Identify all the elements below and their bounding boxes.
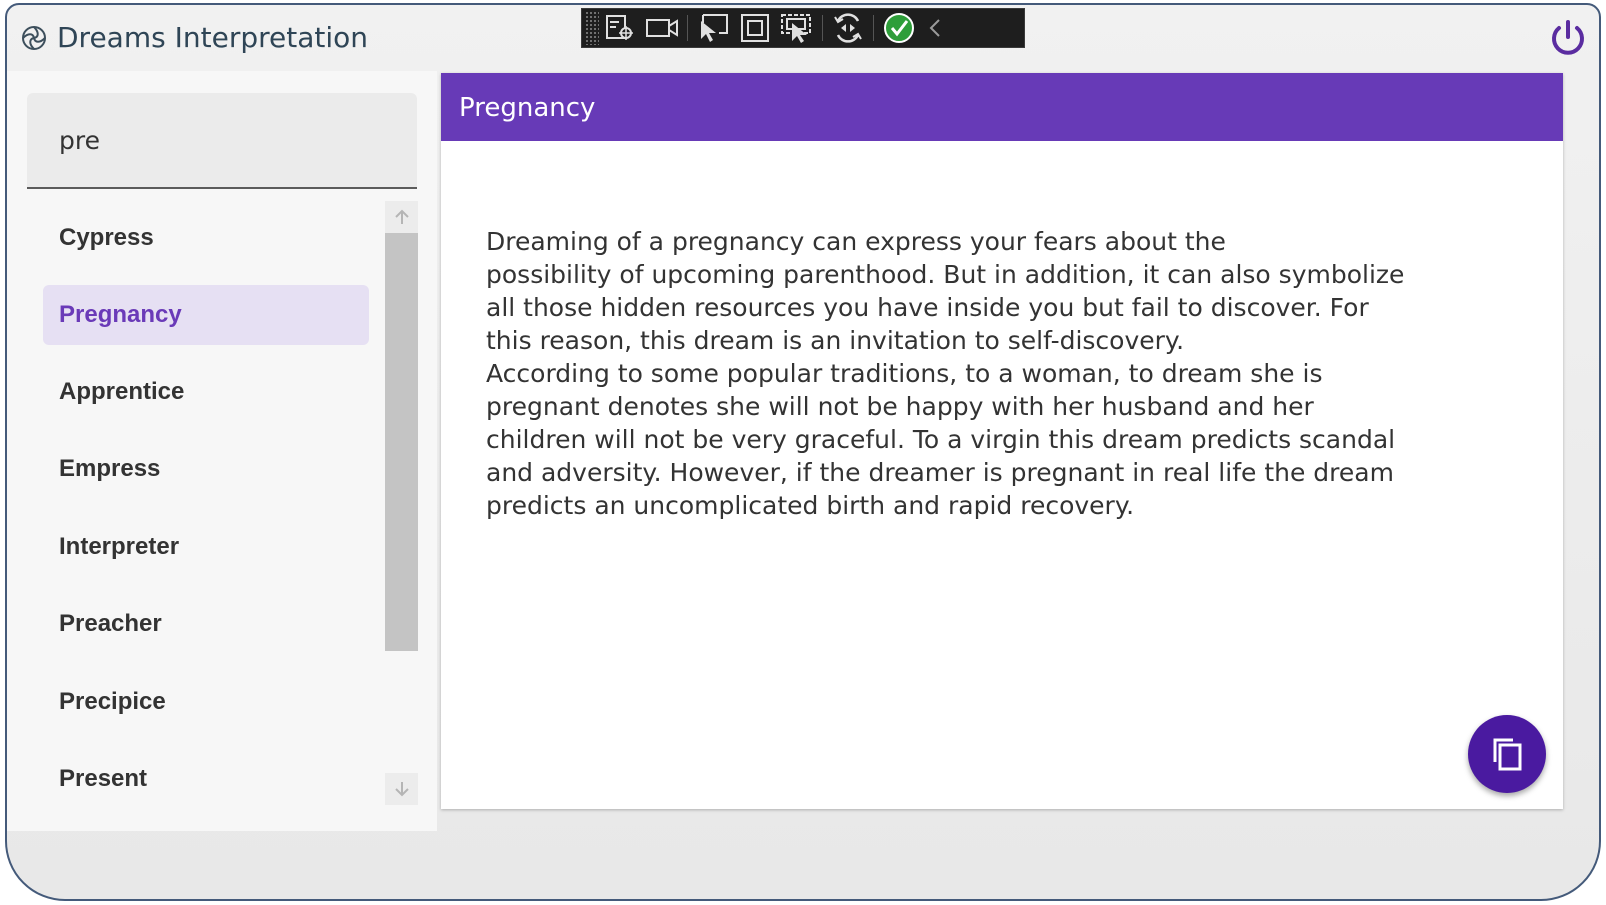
arrow-down-icon [394,782,409,797]
list-item-label: Apprentice [59,378,185,405]
record-button[interactable] [641,11,683,45]
hot-reload-icon [834,13,862,43]
track-focused-element-button[interactable] [776,11,818,45]
copy-button[interactable] [1468,715,1546,793]
app-window: Dreams Interpretation pre Cypress Pregna… [5,3,1601,901]
power-icon[interactable] [1547,17,1589,59]
scroll-up-button[interactable] [385,201,418,233]
search-box[interactable] [27,93,417,189]
list-item-label: Empress [59,455,161,482]
content-header: Pregnancy [441,73,1563,141]
select-element-button[interactable] [692,11,734,45]
track-focused-element-icon [781,14,811,43]
content-panel: Pregnancy Dreaming of a pregnancy can ex… [441,73,1563,809]
display-layout-adorners-icon [741,14,769,42]
list-item[interactable]: Precipice [43,672,369,732]
list-item[interactable]: Cypress [43,208,369,268]
title-bar: Dreams Interpretation [7,5,1599,71]
xaml-dev-toolbar [581,8,1025,48]
app-logo-icon [22,26,46,50]
record-icon [646,19,678,37]
list-item-label: Interpreter [59,533,180,560]
list-item-selected[interactable]: Pregnancy [43,285,369,345]
hot-reload-button[interactable] [827,11,869,45]
binding-failures-ok-icon [884,13,914,43]
list-item-label: Preacher [59,610,162,637]
dream-list: Cypress Pregnancy Apprentice Empress Int… [7,196,382,816]
scroll-down-button[interactable] [385,773,418,805]
search-input[interactable] [57,125,391,156]
toolbar-separator [873,15,874,41]
collapse-toolbar-icon [929,19,940,37]
live-visual-tree-icon [606,15,633,40]
select-element-icon [701,14,728,42]
list-item[interactable]: Apprentice [43,362,369,422]
collapse-toolbar-button[interactable] [920,11,950,45]
sidebar: Cypress Pregnancy Apprentice Empress Int… [7,71,437,831]
app-title: Dreams Interpretation [57,21,368,54]
binding-failures-button[interactable] [878,11,920,45]
list-item-label: Present [59,765,148,792]
list-item[interactable]: Preacher [43,594,369,654]
display-layout-adorners-button[interactable] [734,11,776,45]
list-item[interactable]: Interpreter [43,517,369,577]
list-scrollbar[interactable] [385,201,418,807]
arrow-up-icon [394,209,409,224]
scroll-thumb[interactable] [385,233,418,651]
toolbar-separator [687,15,688,41]
interpretation-text: Dreaming of a pregnancy can express your… [486,227,1405,520]
list-item-label: Cypress [59,224,154,251]
toolbar-separator [822,15,823,41]
live-visual-tree-button[interactable] [599,11,641,45]
list-item[interactable]: Empress [43,439,369,499]
copy-icon [1493,738,1522,771]
list-item-label: Precipice [59,688,166,715]
list-item-label: Pregnancy [59,301,182,328]
list-item[interactable]: Present [43,749,369,809]
content-title: Pregnancy [459,93,596,123]
toolbar-grip-handle[interactable] [585,11,599,45]
